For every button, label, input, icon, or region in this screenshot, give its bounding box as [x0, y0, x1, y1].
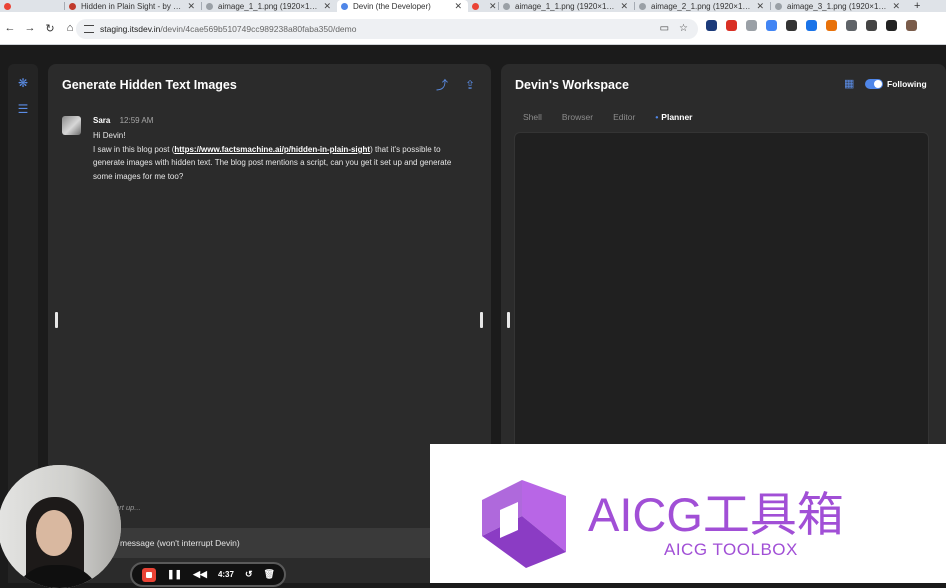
message-text: Hi Devin! I saw in this blog post (https…: [93, 129, 473, 183]
stop-recording-button[interactable]: [142, 567, 156, 582]
site-settings-icon[interactable]: [84, 25, 94, 33]
tab-title: Hidden in Plain Sight - by Jer: [81, 1, 183, 11]
workspace-title: Devin's Workspace: [515, 78, 629, 92]
extension-icon[interactable]: [706, 20, 717, 31]
tab-title: aimage_1_1.png (1920×1080): [218, 1, 319, 11]
browser-tab-active[interactable]: Devin (the Developer) ✕: [337, 0, 468, 12]
extension-icon[interactable]: [746, 20, 757, 31]
avatar: [62, 116, 81, 135]
address-toolbar: ← → ↻ ⌂ staging.itsdev.in/devin/4cae569b…: [0, 12, 946, 45]
share-icon[interactable]: ⇪: [463, 78, 477, 92]
message-author: Sara: [93, 116, 111, 125]
layout-grid-icon[interactable]: ▦: [844, 78, 856, 90]
aicg-watermark: AICG工具箱 AICG TOOLBOX: [430, 444, 946, 583]
recording-favicon-icon: [472, 2, 479, 10]
tab-close-icon[interactable]: ✕: [756, 1, 764, 12]
extension-icon[interactable]: [846, 20, 857, 31]
message-body: Sara 12:59 AM Hi Devin! I saw in this bl…: [93, 116, 473, 183]
recording-dot-icon: [4, 2, 11, 10]
watermark-subtitle: AICG TOOLBOX: [664, 540, 798, 559]
right-resize-handle[interactable]: [480, 312, 483, 328]
browser-tab[interactable]: aimage_2_1.png (1920×1080 ✕: [635, 0, 770, 12]
tab-close-icon[interactable]: ✕: [323, 1, 331, 12]
blog-post-link[interactable]: https://www.factsmachine.ai/p/hidden-in-…: [174, 145, 370, 154]
extension-icon[interactable]: [766, 20, 777, 31]
extension-icon[interactable]: [906, 20, 917, 31]
pause-icon[interactable]: ❚❚: [167, 569, 182, 580]
extensions-bar: [706, 20, 917, 31]
chart-icon[interactable]: ⤴: [435, 78, 449, 92]
tab-title: aimage_2_1.png (1920×1080: [651, 1, 752, 11]
session-title: Generate Hidden Text Images: [62, 78, 237, 92]
message-time: 12:59 AM: [119, 116, 154, 125]
trash-icon[interactable]: 🗑: [264, 569, 275, 580]
forward-button[interactable]: →: [20, 22, 40, 34]
chat-actions: ⤴ ⇪: [435, 78, 477, 92]
url-path: /devin/4cae569b510749cc989238a80faba350/…: [160, 24, 357, 34]
camera-icon[interactable]: ▭: [660, 23, 669, 34]
tab-close-icon[interactable]: ✕: [892, 1, 900, 12]
recording-controls: ❚❚ ◀◀ 4:37 ↺ 🗑: [130, 562, 286, 587]
watermark-title: AICG工具箱: [588, 488, 844, 541]
new-tab-button[interactable]: +: [914, 0, 920, 12]
substack-favicon-icon: [69, 2, 76, 10]
browser-tab[interactable]: aimage_3_1.png (1920×1080 ✕: [771, 0, 906, 12]
recording-time: 4:37: [217, 570, 234, 579]
browser-tab[interactable]: ✕: [468, 0, 498, 12]
browser-tab[interactable]: aimage_1_1.png (1920×1080) ✕: [499, 0, 634, 12]
tab-editor[interactable]: Editor: [613, 112, 635, 122]
message-text-part: I saw in this blog post (: [93, 144, 175, 154]
devin-favicon-icon: [341, 2, 348, 10]
webcam-bubble: [0, 465, 121, 588]
following-label: Following: [887, 79, 927, 89]
tab-close-icon[interactable]: ✕: [187, 1, 195, 12]
tab-planner[interactable]: Planner: [655, 112, 692, 122]
tab-close-icon[interactable]: ✕: [454, 1, 462, 12]
back-button[interactable]: ←: [0, 22, 20, 34]
restart-icon[interactable]: ↺: [245, 569, 253, 580]
url-input[interactable]: staging.itsdev.in/devin/4cae569b510749cc…: [76, 19, 698, 39]
browser-tab[interactable]: Hidden in Plain Sight - by Jer ✕: [65, 0, 201, 12]
devin-logo-icon[interactable]: ❋: [16, 76, 30, 90]
tab-title: aimage_1_1.png (1920×1080): [515, 1, 616, 11]
tab-title: Devin (the Developer): [353, 1, 431, 11]
globe-favicon-icon: [639, 2, 646, 10]
globe-favicon-icon: [206, 2, 213, 10]
workspace-resize-handle[interactable]: [507, 312, 510, 328]
tab-browser[interactable]: Browser: [562, 112, 593, 122]
extension-icon[interactable]: [806, 20, 817, 31]
workspace-tabs: Shell Browser Editor Planner: [523, 112, 692, 122]
tab-close-icon[interactable]: ✕: [489, 1, 497, 12]
globe-favicon-icon: [775, 2, 782, 10]
extension-icon[interactable]: [726, 20, 737, 31]
extension-icon[interactable]: [866, 20, 877, 31]
extension-icon[interactable]: [886, 20, 897, 31]
message-header: Sara 12:59 AM: [93, 116, 473, 125]
globe-favicon-icon: [503, 2, 510, 10]
extension-icon[interactable]: [786, 20, 797, 31]
composer-placeholder: message (won't interrupt Devin): [120, 538, 240, 548]
url-host: staging.itsdev.in: [100, 24, 161, 34]
following-toggle[interactable]: [865, 79, 883, 89]
browser-tab-strip: Hidden in Plain Sight - by Jer ✕ aimage_…: [0, 0, 946, 12]
list-icon[interactable]: ☰: [16, 102, 30, 116]
browser-tab[interactable]: [0, 0, 64, 12]
tab-title: aimage_3_1.png (1920×1080: [787, 1, 888, 11]
left-resize-handle[interactable]: [55, 312, 58, 328]
browser-tab[interactable]: aimage_1_1.png (1920×1080) ✕: [202, 0, 337, 12]
webcam-person-face: [36, 510, 72, 556]
tab-close-icon[interactable]: ✕: [620, 1, 628, 12]
aicg-logo-icon: [482, 480, 566, 568]
extension-icon[interactable]: [826, 20, 837, 31]
reload-button[interactable]: ↻: [40, 22, 60, 35]
tab-shell[interactable]: Shell: [523, 112, 542, 122]
bookmark-star-icon[interactable]: ☆: [679, 23, 688, 34]
rewind-icon[interactable]: ◀◀: [193, 569, 207, 580]
message-greeting: Hi Devin!: [93, 131, 126, 140]
